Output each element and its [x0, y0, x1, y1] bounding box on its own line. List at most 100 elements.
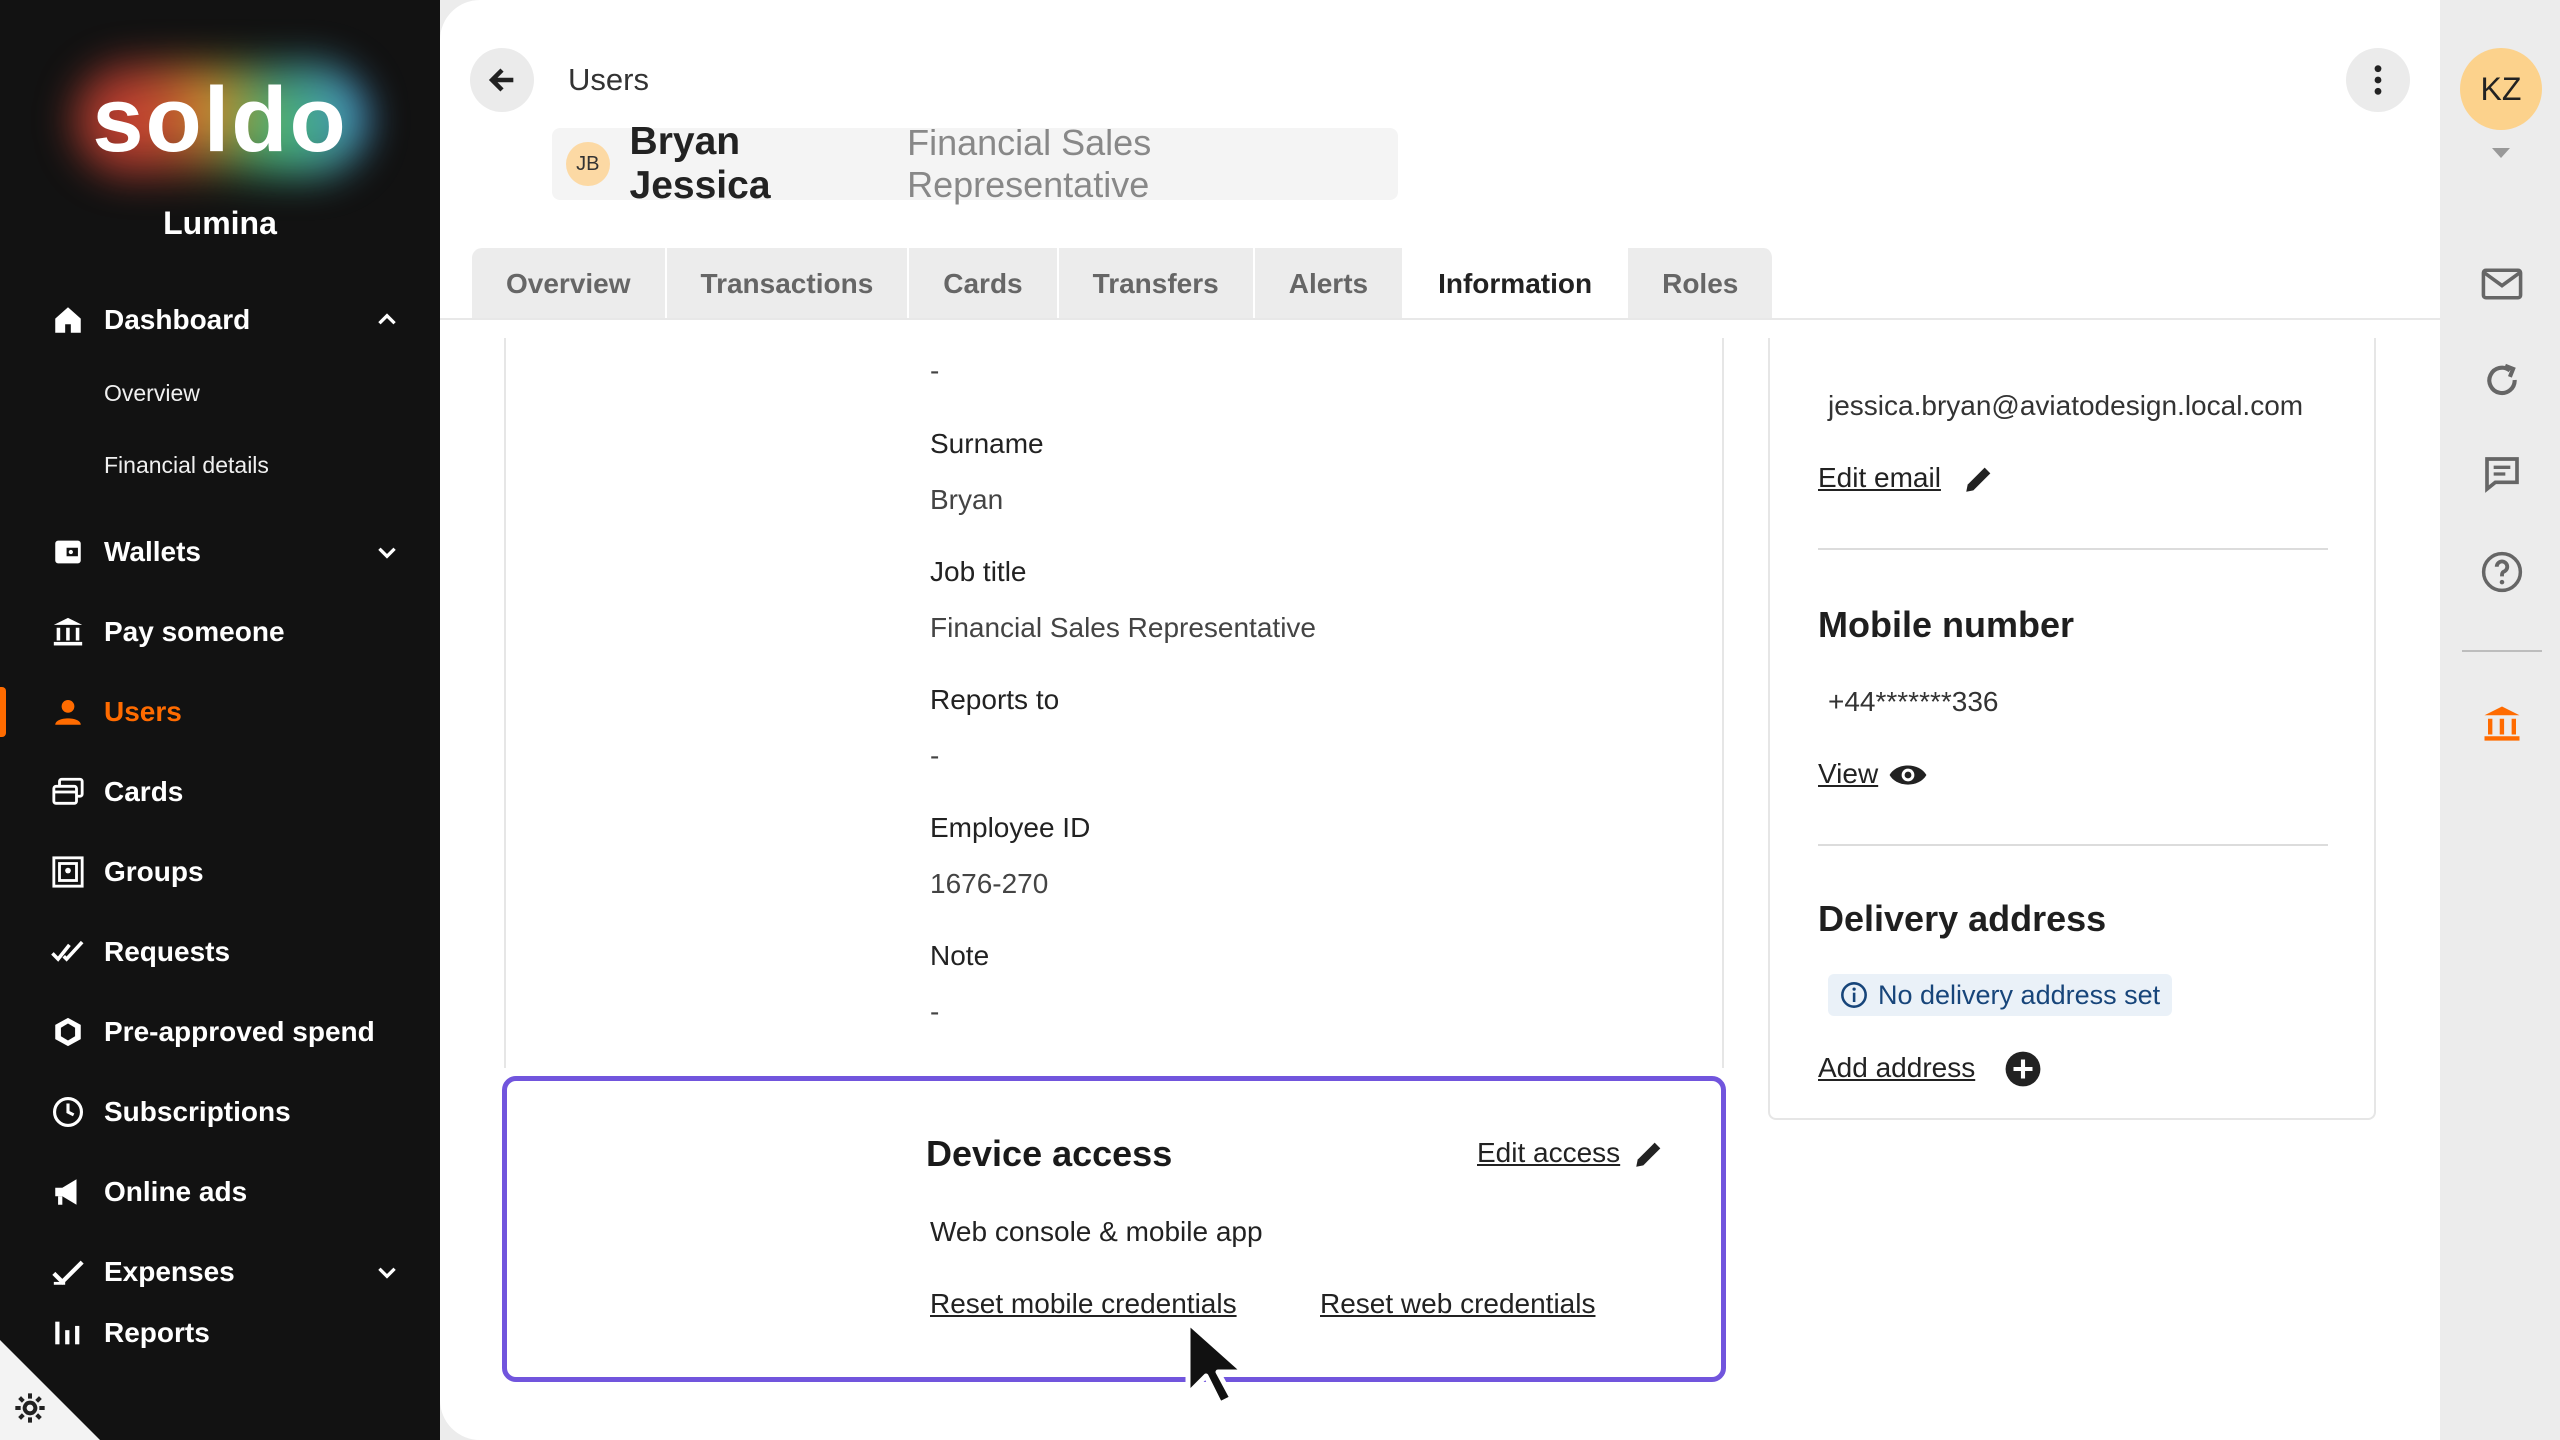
double-check-icon [48, 932, 88, 972]
soldo-logo[interactable]: soldo [70, 60, 370, 180]
sidebar-item-label: Dashboard [104, 304, 251, 335]
sidebar-item-wallets[interactable]: Wallets [0, 517, 440, 587]
sidebar-item-pre-approved-spend[interactable]: Pre-approved spend [0, 997, 440, 1067]
right-rail: KZ [2440, 0, 2560, 1440]
groups-icon [48, 852, 88, 892]
edit-access-link[interactable]: Edit access [1477, 1137, 1620, 1169]
refresh-button[interactable] [2480, 358, 2524, 402]
surname-value: Bryan [930, 484, 1004, 515]
sidebar-item-groups[interactable]: Groups [0, 837, 440, 907]
reset-mobile-credentials-link[interactable]: Reset mobile credentials [930, 1288, 1237, 1320]
sidebar-item-label: Pre-approved spend [104, 1016, 375, 1047]
sidebar-corner [0, 1340, 100, 1440]
sidebar-item-subscriptions[interactable]: Subscriptions [0, 1077, 440, 1147]
sidebar-item-label: Subscriptions [104, 1096, 291, 1127]
sidebar-item-label: Online ads [104, 1176, 248, 1207]
sidebar-item-reports[interactable]: Reports [0, 1317, 440, 1353]
sidebar-subitem-overview[interactable]: Overview [104, 380, 200, 407]
no-delivery-address-badge: No delivery address set [1828, 974, 2173, 1016]
tab-transfers[interactable]: Transfers [1058, 248, 1255, 320]
more-options-button[interactable] [2346, 48, 2410, 112]
chevron-down-icon[interactable] [374, 539, 400, 565]
tab-cards[interactable]: Cards [909, 248, 1059, 320]
bank-button[interactable] [2480, 702, 2524, 746]
reset-web-credentials-link[interactable]: Reset web credentials [1320, 1288, 1595, 1320]
pencil-icon[interactable] [1632, 1137, 1666, 1171]
rail-divider [2462, 650, 2542, 652]
employee-id-value: 1676-270 [930, 868, 1049, 899]
divider [1818, 548, 2328, 550]
tab-alerts[interactable]: Alerts [1254, 248, 1405, 320]
information-content: - Surname Bryan Job title Financial Sale… [440, 320, 2440, 1440]
sidebar: soldo Lumina Dashboard Overview Financia… [0, 0, 440, 1440]
account-avatar[interactable]: KZ [2460, 48, 2542, 130]
home-icon [48, 300, 88, 340]
delivery-address-title: Delivery address [1818, 898, 2107, 939]
previous-field-value: - [930, 355, 940, 386]
device-access-title: Device access [926, 1133, 1173, 1174]
sidebar-item-cards[interactable]: Cards [0, 757, 440, 827]
divider [1818, 844, 2328, 846]
edit-email-link[interactable]: Edit email [1818, 462, 1941, 494]
bank-icon [2484, 706, 2520, 741]
sidebar-subitem-financial-details[interactable]: Financial details [104, 452, 269, 479]
user-name: Bryan Jessica [629, 120, 771, 207]
gear-icon[interactable] [14, 1392, 46, 1424]
add-address-link[interactable]: Add address [1818, 1052, 1975, 1084]
sidebar-item-requests[interactable]: Requests [0, 917, 440, 987]
no-delivery-address-text: No delivery address set [1878, 979, 2161, 1010]
logo-text: soldo [92, 69, 348, 171]
mobile-number-value: +44*******336 [1828, 686, 1999, 717]
sidebar-item-online-ads[interactable]: Online ads [0, 1157, 440, 1227]
sidebar-item-pay-someone[interactable]: Pay someone [0, 597, 440, 667]
tab-roles[interactable]: Roles [1628, 248, 1775, 320]
breadcrumb[interactable]: Users [568, 62, 649, 98]
info-icon [1841, 982, 1867, 1008]
back-button[interactable] [470, 48, 534, 112]
main-panel: Users JB Bryan Jessica Financial Sales R… [440, 0, 2440, 1440]
pencil-icon[interactable] [1962, 462, 1996, 496]
tab-transactions[interactable]: Transactions [666, 248, 910, 320]
sidebar-item-label: Groups [104, 856, 204, 887]
mail-button[interactable] [2480, 262, 2524, 306]
arrow-left-icon [488, 68, 514, 92]
bank-transfer-icon [48, 612, 88, 652]
personal-details-card [504, 338, 1724, 1068]
mouse-cursor-icon [1185, 1319, 1247, 1407]
caret-down-icon[interactable] [2490, 146, 2512, 160]
help-button[interactable] [2480, 550, 2524, 594]
wallet-icon [48, 532, 88, 572]
clock-icon [48, 1092, 88, 1132]
sidebar-item-users[interactable]: Users [0, 677, 440, 747]
tab-information[interactable]: Information [1404, 248, 1629, 320]
bar-chart-icon [48, 1317, 88, 1353]
sidebar-item-label: Reports [104, 1317, 210, 1348]
sidebar-item-label: Requests [104, 936, 231, 967]
check-icon [48, 1252, 88, 1292]
avatar: JB [566, 142, 610, 186]
chevron-down-icon[interactable] [374, 1259, 400, 1285]
sidebar-item-label: Expenses [104, 1256, 235, 1287]
sidebar-item-expenses[interactable]: Expenses [0, 1237, 440, 1307]
plus-circle-icon[interactable] [2004, 1050, 2042, 1088]
chevron-up-icon[interactable] [374, 307, 400, 333]
sidebar-item-label: Users [104, 696, 182, 727]
view-mobile-link[interactable]: View [1818, 758, 1878, 790]
refresh-icon [2487, 363, 2517, 396]
hexagon-icon [48, 1012, 88, 1052]
device-access-value: Web console & mobile app [930, 1216, 1263, 1247]
sidebar-item-label: Cards [104, 776, 184, 807]
sidebar-item-dashboard[interactable]: Dashboard [0, 285, 440, 355]
tab-overview[interactable]: Overview [472, 248, 667, 320]
mail-icon [2481, 268, 2523, 300]
employee-id-label: Employee ID [930, 812, 1091, 843]
chat-button[interactable] [2480, 452, 2524, 496]
cards-icon [48, 772, 88, 812]
surname-label: Surname [930, 428, 1044, 459]
user-icon [48, 692, 88, 732]
reports-to-label: Reports to [930, 684, 1060, 715]
note-label: Note [930, 940, 990, 971]
email-value: jessica.bryan@aviatodesign.local.com [1828, 390, 2304, 421]
help-icon [2481, 551, 2523, 593]
eye-icon[interactable] [1888, 758, 1928, 792]
